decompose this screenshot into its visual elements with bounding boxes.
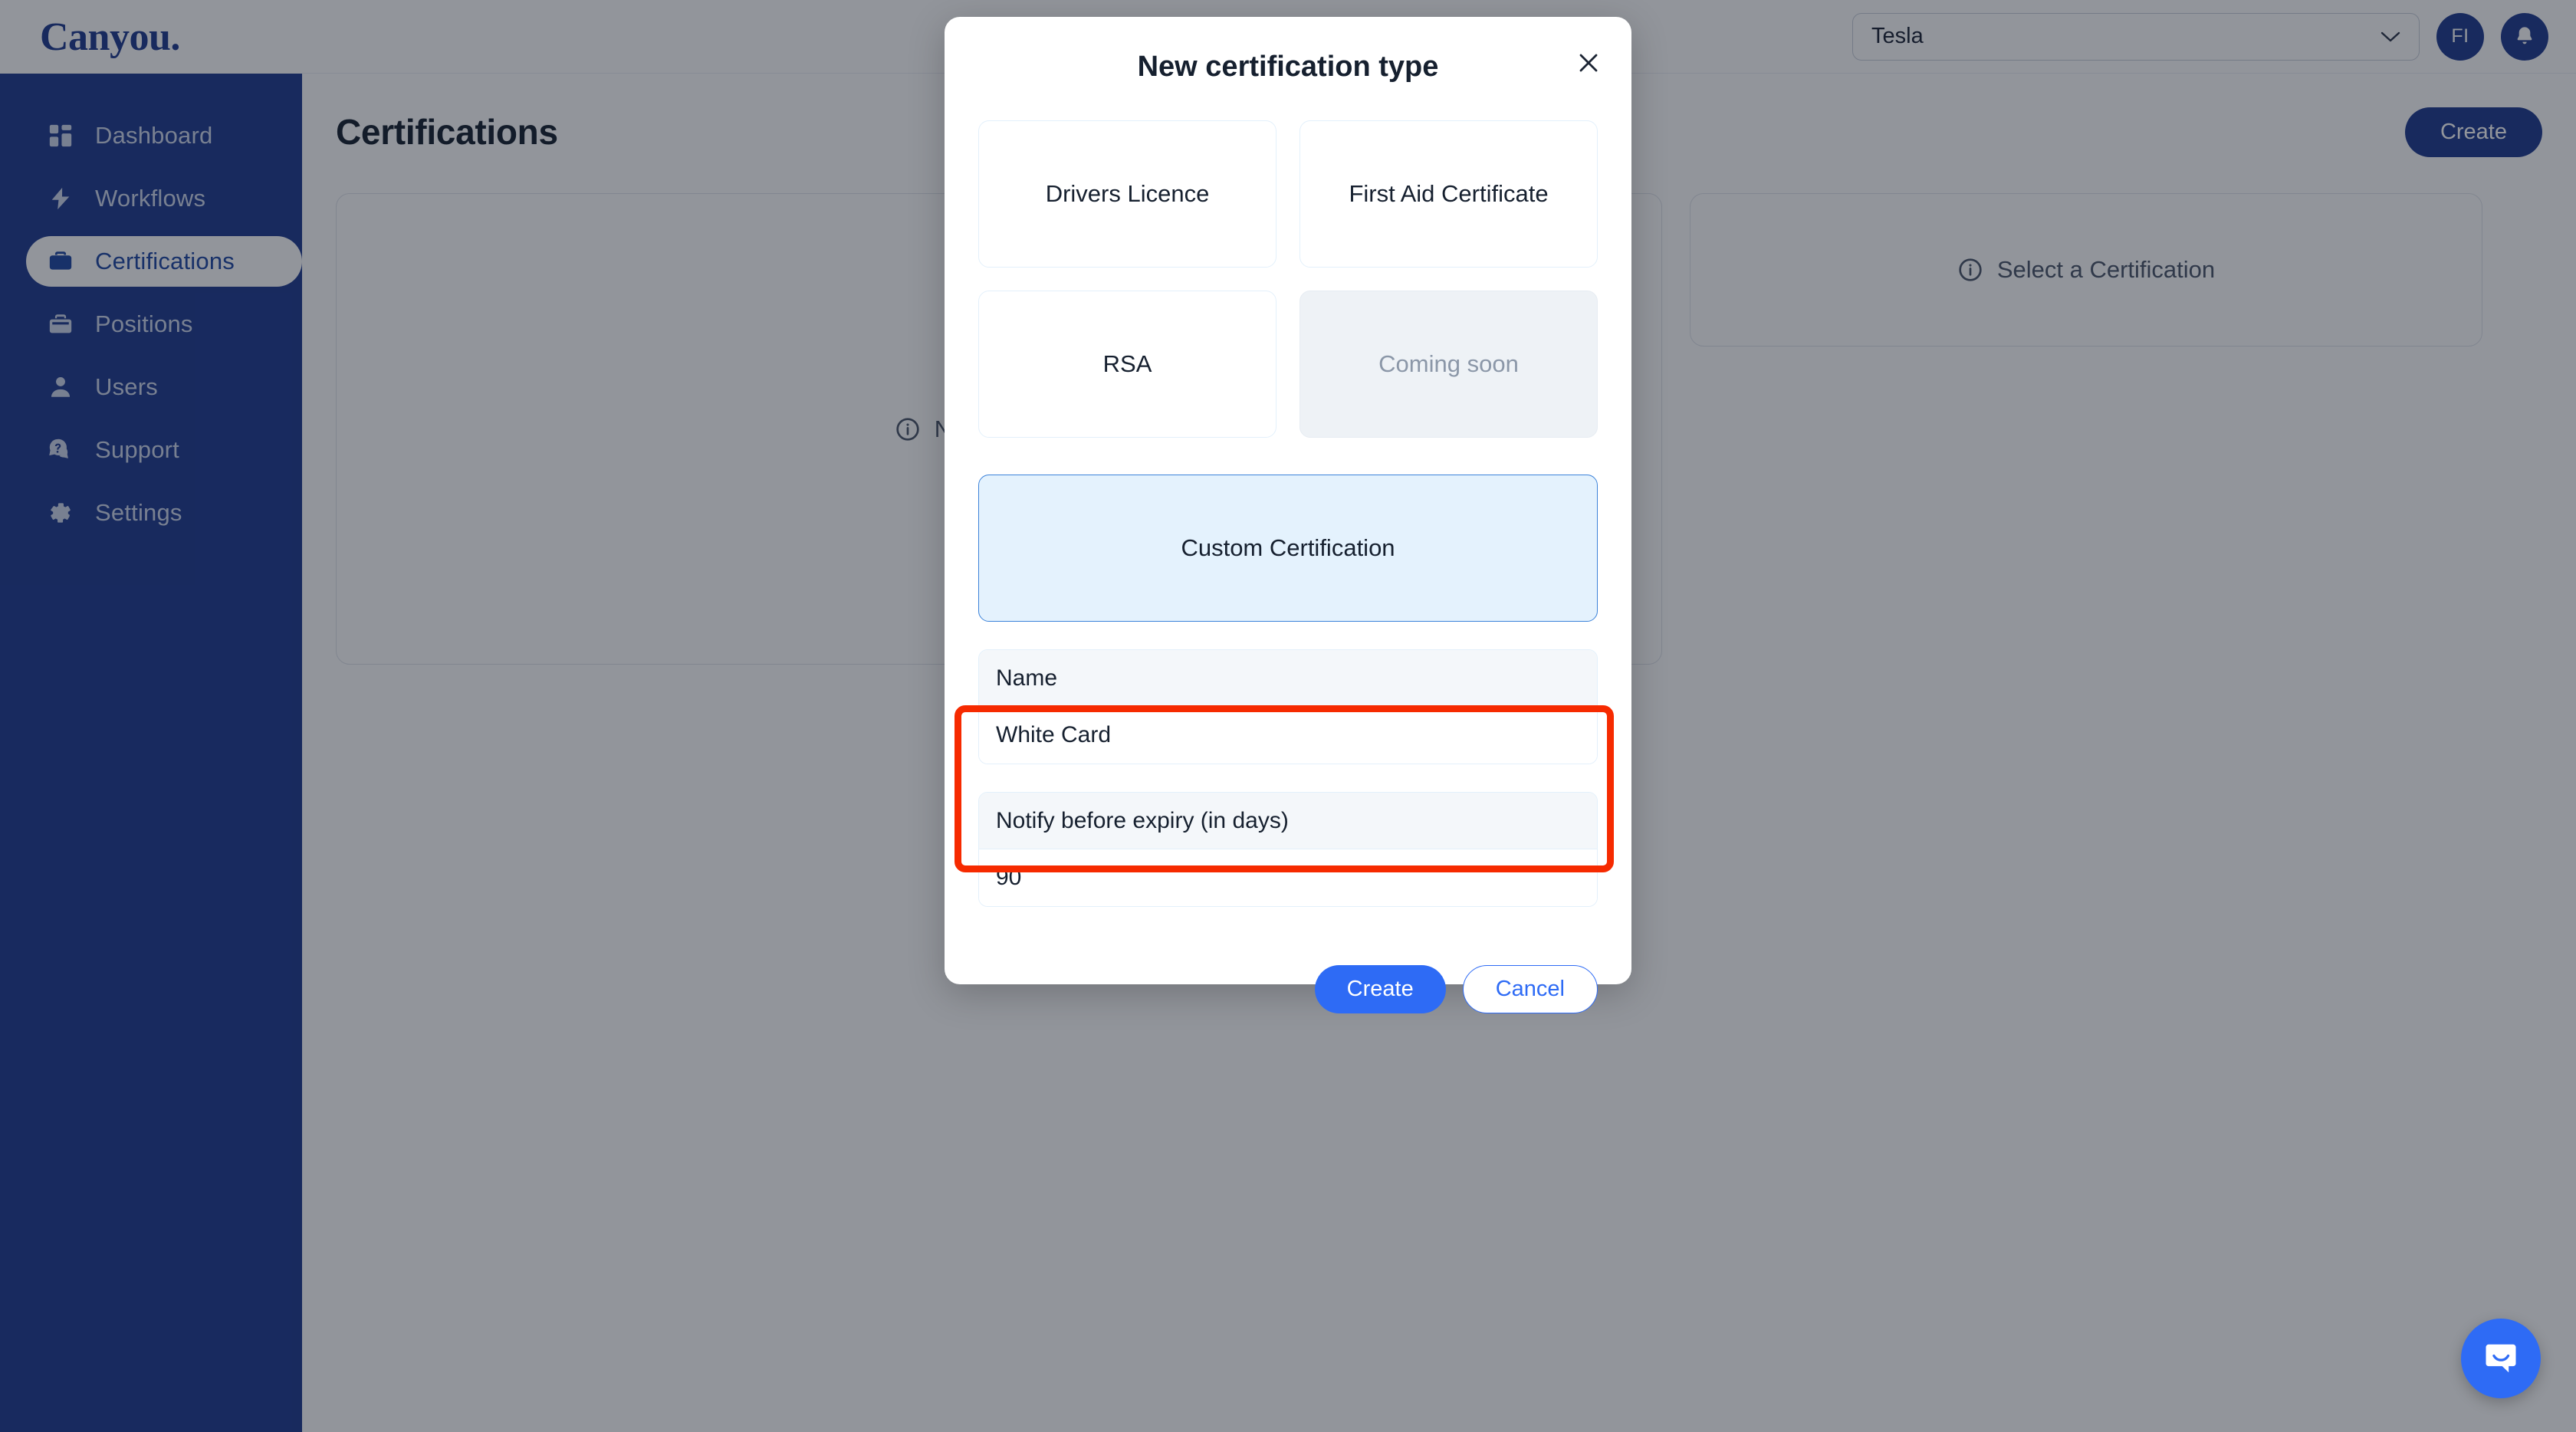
type-card-label: Custom Certification	[1181, 534, 1395, 561]
type-card-label: First Aid Certificate	[1349, 180, 1549, 207]
modal-cancel-button[interactable]: Cancel	[1462, 965, 1598, 1013]
new-certification-type-modal: New certification type Drivers Licence F…	[945, 17, 1631, 1013]
close-icon[interactable]	[1572, 46, 1605, 80]
type-card-drivers-licence[interactable]: Drivers Licence	[978, 120, 1276, 268]
notify-before-expiry-field-group: Notify before expiry (in days) 90	[978, 792, 1598, 907]
type-card-rsa[interactable]: RSA	[978, 291, 1276, 438]
type-card-label: Coming soon	[1378, 350, 1519, 377]
type-card-custom-certification[interactable]: Custom Certification	[978, 475, 1598, 622]
type-card-coming-soon: Coming soon	[1300, 291, 1598, 438]
modal-create-button[interactable]: Create	[1314, 965, 1446, 1013]
modal-title: New certification type	[1137, 51, 1439, 83]
app-root: Canyou. Dashboard Workflows Certificatio…	[0, 0, 2576, 1432]
chat-bubble-icon[interactable]	[2461, 1319, 2541, 1398]
name-field-group: Name White Card	[978, 649, 1598, 764]
modal-actions: Create Cancel	[978, 965, 1598, 1013]
type-card-label: RSA	[1102, 350, 1152, 377]
name-input[interactable]: White Card	[979, 707, 1597, 764]
notify-before-expiry-label: Notify before expiry (in days)	[979, 793, 1597, 849]
certification-type-grid: Drivers Licence First Aid Certificate RS…	[978, 120, 1598, 622]
type-card-first-aid-certificate[interactable]: First Aid Certificate	[1300, 120, 1598, 268]
notify-before-expiry-input[interactable]: 90	[979, 849, 1597, 906]
name-field-label: Name	[979, 650, 1597, 707]
type-card-label: Drivers Licence	[1045, 180, 1210, 207]
